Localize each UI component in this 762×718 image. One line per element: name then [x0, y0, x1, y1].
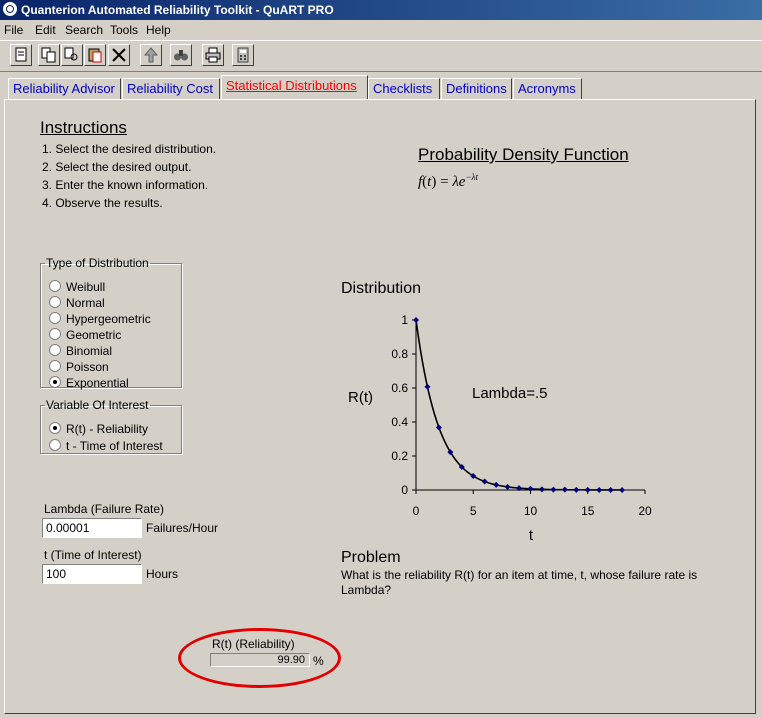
radio-circle	[49, 360, 61, 372]
tab-checklists[interactable]: Checklists	[368, 78, 440, 99]
y-tick-label: 0.4	[391, 415, 408, 429]
menu-tools[interactable]: Tools	[110, 23, 138, 37]
data-point	[413, 317, 419, 323]
upload-icon[interactable]	[140, 44, 162, 66]
chart-title: Distribution	[341, 280, 422, 297]
y-tick-label: 1	[401, 313, 408, 327]
menu-edit[interactable]: Edit	[35, 23, 56, 37]
data-point	[527, 485, 534, 492]
radio-exponential[interactable]: Exponential	[49, 376, 129, 390]
time-input[interactable]: 100	[42, 564, 142, 584]
data-point	[619, 487, 626, 493]
y-axis-label: R(t)	[348, 389, 373, 406]
y-tick-label: 0.8	[391, 347, 408, 361]
window-title: Quanterion Automated Reliability Toolkit…	[21, 3, 334, 17]
pdf-formula: f(t) = λe−λt	[418, 172, 478, 190]
lambda-annotation: Lambda=.5	[472, 385, 547, 402]
calculator-icon[interactable]	[232, 44, 254, 66]
problem-text-line-2: Lambda?	[341, 583, 392, 597]
data-point	[481, 478, 488, 485]
time-units: Hours	[146, 567, 179, 581]
problem-text-line-1: What is the reliability R(t) for an item…	[341, 568, 698, 582]
binoculars-icon[interactable]	[170, 44, 192, 66]
data-point	[493, 481, 500, 488]
variable-of-interest-group: Variable Of Interest R(t) - Reliability …	[40, 398, 182, 454]
data-point	[561, 486, 568, 493]
radio-circle	[49, 312, 61, 324]
radio-weibull[interactable]: Weibull	[49, 280, 105, 294]
tab-acronyms[interactable]: Acronyms	[513, 78, 582, 99]
radio-circle-selected	[49, 376, 61, 388]
y-tick-label: 0	[401, 483, 408, 497]
radio-circle	[49, 296, 61, 308]
data-point	[607, 487, 614, 493]
variable-of-interest-legend: Variable Of Interest	[46, 398, 149, 412]
lambda-label: Lambda (Failure Rate)	[44, 502, 165, 516]
data-point	[584, 486, 591, 493]
lambda-units: Failures/Hour	[146, 521, 219, 535]
radio-time-of-interest[interactable]: t - Time of Interest	[49, 439, 163, 453]
data-point	[573, 486, 580, 493]
toolbar	[0, 40, 762, 72]
distribution-type-legend: Type of Distribution	[46, 256, 149, 270]
radio-geometric[interactable]: Geometric	[49, 328, 121, 342]
x-tick-label: 20	[638, 504, 652, 518]
time-label: t (Time of Interest)	[44, 548, 142, 562]
x-tick-label: 15	[581, 504, 595, 518]
tab-reliability-advisor[interactable]: Reliability Advisor	[8, 78, 121, 99]
menu-help[interactable]: Help	[146, 23, 171, 37]
print-icon[interactable]	[202, 44, 224, 66]
menu-bar: File Edit Search Tools Help	[0, 20, 762, 39]
distribution-type-group: Type of Distribution Weibull Normal Hype…	[40, 256, 182, 390]
data-point	[424, 383, 431, 390]
data-point	[435, 424, 442, 431]
problem-title: Problem	[341, 549, 401, 566]
radio-reliability[interactable]: R(t) - Reliability	[49, 422, 148, 436]
tab-reliability-cost[interactable]: Reliability Cost	[122, 78, 220, 99]
find-replace-icon[interactable]	[61, 44, 83, 66]
data-point	[596, 487, 603, 493]
y-tick-label: 0.2	[391, 449, 408, 463]
app-icon	[3, 2, 17, 16]
data-point	[550, 486, 557, 493]
highlight-oval	[178, 628, 341, 688]
copy-icon[interactable]	[38, 44, 60, 66]
data-point	[504, 483, 511, 490]
y-tick-label: 0.6	[391, 381, 408, 395]
menu-search[interactable]: Search	[65, 23, 103, 37]
x-tick-label: 10	[524, 504, 538, 518]
radio-poisson[interactable]: Poisson	[49, 360, 109, 374]
radio-circle-selected	[49, 422, 61, 434]
tab-definitions[interactable]: Definitions	[441, 78, 512, 99]
menu-file[interactable]: File	[4, 23, 23, 37]
radio-hypergeometric[interactable]: Hypergeometric	[49, 312, 151, 326]
lambda-input[interactable]: 0.00001	[42, 518, 142, 538]
paste-icon[interactable]	[84, 44, 106, 66]
radio-circle	[49, 280, 61, 292]
instruction-step-4: 4. Observe the results.	[42, 196, 163, 210]
tab-statistical-distributions[interactable]: Statistical Distributions	[221, 75, 368, 100]
pdf-title: Probability Density Function	[418, 145, 629, 164]
instructions-title: Instructions	[40, 118, 127, 137]
radio-circle	[49, 328, 61, 340]
radio-normal[interactable]: Normal	[49, 296, 105, 310]
x-tick-label: 5	[470, 504, 477, 518]
x-tick-label: 0	[413, 504, 420, 518]
new-document-icon[interactable]	[10, 44, 32, 66]
instruction-step-2: 2. Select the desired output.	[42, 160, 192, 174]
radio-binomial[interactable]: Binomial	[49, 344, 112, 358]
data-point	[538, 486, 545, 493]
instruction-step-3: 3. Enter the known information.	[42, 178, 209, 192]
series-line	[415, 319, 623, 491]
x-axis-label: t	[529, 527, 534, 544]
delete-icon[interactable]	[108, 44, 130, 66]
radio-circle	[49, 344, 61, 356]
radio-circle	[49, 439, 61, 451]
title-bar: Quanterion Automated Reliability Toolkit…	[0, 0, 762, 20]
instruction-step-1: 1. Select the desired distribution.	[42, 142, 217, 156]
reliability-chart: 00.20.40.60.810 5 10 15 20R(t)tLambda=.5	[348, 313, 652, 544]
